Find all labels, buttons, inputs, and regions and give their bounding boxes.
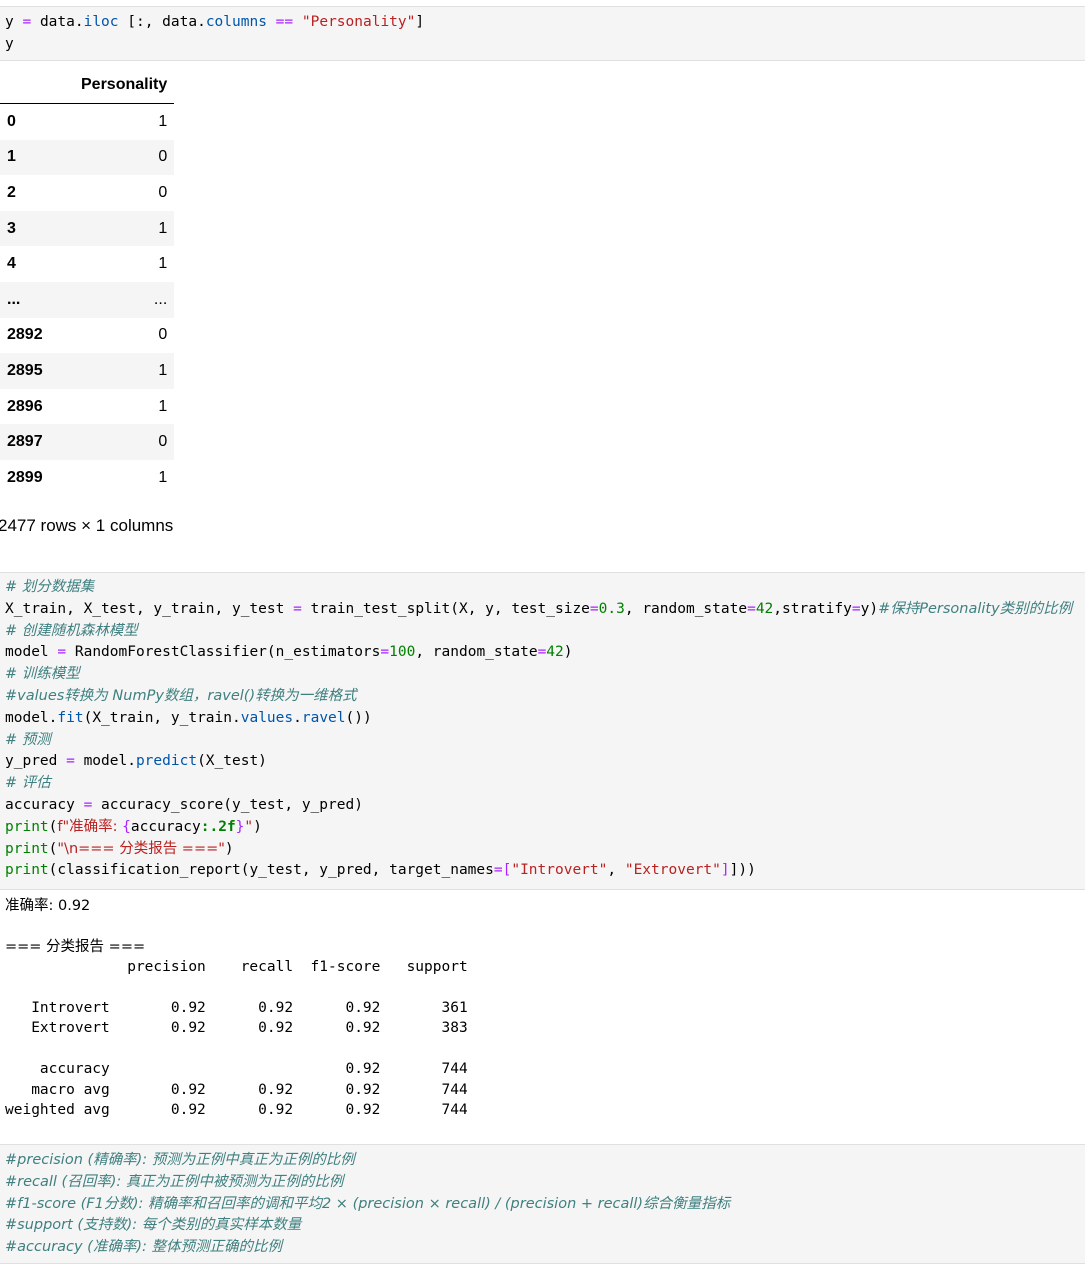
code-line: print(classification_report(y_test, y_pr…	[5, 862, 756, 879]
code-cell-3[interactable]: #precision (精确率): 预测为正例中真正为正例的比例 #recall …	[0, 1144, 1085, 1264]
table-row: 10	[0, 139, 175, 176]
notebook: y = data.iloc [:, data.columns == "Perso…	[0, 0, 1085, 1264]
code-comment: # 训练模型	[5, 666, 80, 683]
code-comment: # 预测	[5, 731, 51, 748]
code-comment: #values转换为 NumPy数组，ravel()转换为一维格式	[5, 687, 357, 704]
column-header: Personality	[74, 67, 175, 104]
stdout-line: weighted avg 0.92 0.92 0.92 744	[5, 1101, 468, 1118]
table-row: 01	[0, 103, 175, 140]
stdout-line: precision recall f1-score support	[5, 959, 468, 976]
row-index: 4	[7, 255, 16, 273]
table-row: 41	[0, 246, 175, 282]
cell-value: 0	[158, 183, 168, 201]
stdout-line: macro avg 0.92 0.92 0.92 744	[5, 1081, 468, 1098]
row-index: ...	[7, 290, 21, 308]
cell-value: 1	[158, 397, 168, 415]
cell-value: 0	[158, 148, 168, 166]
code-comment: # 评估	[5, 775, 51, 792]
stdout-line: Extrovert 0.92 0.92 0.92 383	[5, 1020, 468, 1037]
cell-value: 0	[158, 433, 168, 451]
cell-value: 0	[158, 326, 168, 344]
stdout-line: accuracy 0.92 744	[5, 1061, 468, 1078]
stdout-line	[5, 978, 1080, 998]
cell-value: ...	[153, 290, 168, 308]
table-row: 2895 1	[0, 353, 175, 389]
dataframe-table: Personality 0 1 1 0 2 0 3 1 4 1...... 2892 0 2895 1 28…	[0, 67, 175, 496]
code-line: model.fit(X_train, y_train.values.ravel(…	[5, 709, 372, 726]
row-index: 2899	[7, 468, 43, 486]
row-index: 2896	[7, 397, 43, 415]
stdout-line: === 分类报告 ===	[5, 938, 146, 955]
cell-value: 1	[158, 112, 168, 130]
cell-value: 1	[158, 255, 168, 273]
code-line: print("\n=== 分类报告 ===")	[5, 840, 234, 857]
table-row: 20	[0, 175, 175, 211]
row-index: 1	[7, 148, 16, 166]
dataframe-shape: 2477 rows × 1 columns	[0, 515, 174, 535]
code-line: accuracy = accuracy_score(y_test, y_pred…	[5, 796, 363, 813]
cell-value: 1	[158, 468, 168, 486]
table-row: 2897 0	[0, 424, 175, 460]
table-row: ......	[0, 281, 175, 318]
table-row: 2896 1	[0, 388, 175, 425]
cell-value: 1	[158, 219, 168, 237]
stdout-line	[5, 1039, 1080, 1059]
code-comment: #f1-score (F1分数): 精确率和召回率的调和平均2 × (preci…	[5, 1195, 731, 1212]
output-dataframe: Personality 0 1 1 0 2 0 3 1 4 1...... 2892 0 2895 1 28…	[0, 67, 1085, 572]
code-cell-1[interactable]: y = data.iloc [:, data.columns == "Perso…	[0, 6, 1085, 61]
row-index: 2897	[7, 433, 43, 451]
row-index: 0	[7, 112, 16, 130]
row-index: 3	[7, 219, 16, 237]
code-line: y = data.iloc [:, data.columns == "Perso…	[5, 14, 425, 30]
row-index: 2	[7, 183, 16, 201]
code-comment: #recall (召回率): 真正为正例中被预测为正例的比例	[5, 1173, 344, 1190]
code-cell-2[interactable]: # 划分数据集 X_train, X_test, y_train, y_test…	[0, 572, 1085, 890]
row-index: 2892	[7, 326, 43, 344]
code-line: y_pred = model.predict(X_test)	[5, 753, 267, 770]
code-comment: #support (支持数): 每个类别的真实样本数量	[5, 1217, 302, 1234]
code-line: X_train, X_test, y_train, y_test = train…	[5, 600, 1073, 617]
code-comment: #accuracy (准确率): 整体预测正确的比例	[5, 1239, 282, 1256]
stdout-line: 准确率: 0.92	[5, 898, 91, 914]
table-row: 31	[0, 210, 175, 247]
code-comment: #precision (精确率): 预测为正例中真正为正例的比例	[5, 1152, 355, 1168]
stdout-line	[5, 916, 1080, 936]
table-row: 2899 1	[0, 459, 175, 496]
code-line: print(f"准确率: {accuracy:.2f}")	[5, 818, 262, 835]
code-comment: # 创建随机森林模型	[5, 622, 138, 639]
row-index: 2895	[7, 361, 43, 379]
code-comment: # 划分数据集	[5, 579, 95, 595]
code-line: model = RandomForestClassifier(n_estimat…	[5, 644, 573, 661]
table-row: 2892 0	[0, 317, 175, 354]
code-line: y	[5, 35, 14, 52]
cell-value: 1	[158, 361, 168, 379]
output-stdout: 准确率: 0.92 === 分类报告 === precision recall f…	[0, 890, 1085, 1144]
index-header	[0, 67, 74, 104]
stdout-line: Introvert 0.92 0.92 0.92 361	[5, 999, 468, 1016]
